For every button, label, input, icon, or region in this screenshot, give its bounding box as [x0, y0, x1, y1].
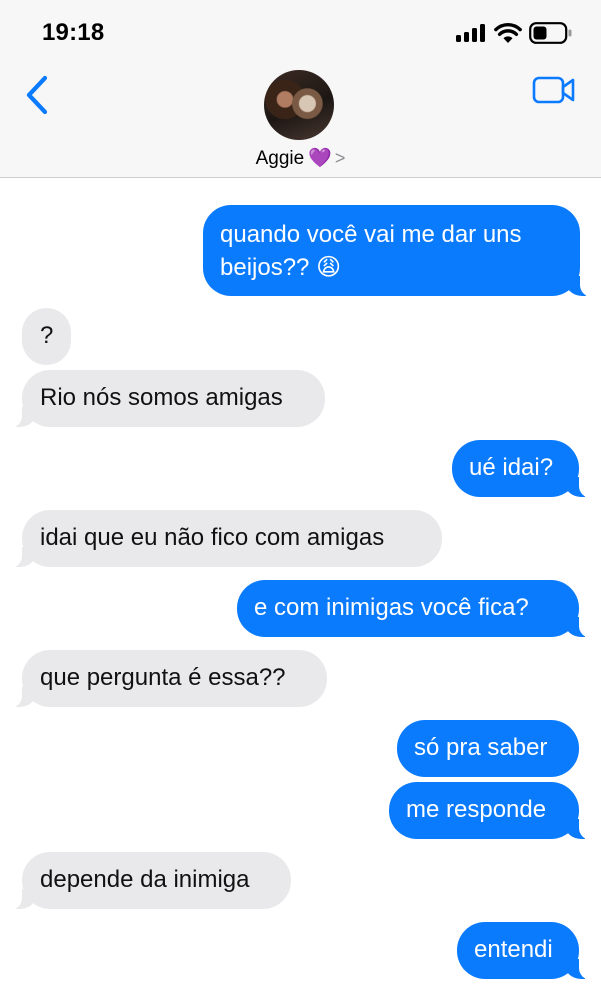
message-text: entendi: [474, 936, 553, 963]
message-bubble-sent[interactable]: quando você vai me dar uns beijos?? 😩: [203, 205, 594, 297]
message-text: beijos?? 😩: [220, 254, 342, 281]
message-bubble-received[interactable]: que pergunta é essa??: [8, 650, 327, 708]
contact-emoji: 💜: [308, 148, 332, 169]
message-bubble-sent[interactable]: entendi: [457, 922, 593, 980]
cellular-signal-icon: [456, 24, 486, 42]
message-bubble-sent[interactable]: ué idai?: [452, 440, 593, 498]
message-text: e com inimigas você fica?: [254, 594, 529, 621]
battery-icon: [529, 22, 572, 44]
back-button[interactable]: [20, 70, 60, 120]
messages-screen: 19:18 Aggie 💜 > quando você vai me dar u…: [0, 0, 601, 1000]
message-text: me responde: [406, 796, 547, 823]
message-text: idai que eu não fico com amigas: [40, 524, 385, 551]
chevron-right-icon: >: [334, 148, 346, 168]
contact-name: Aggie: [255, 148, 305, 169]
message-text: ?: [40, 322, 54, 349]
message-text: só pra saber: [414, 734, 548, 761]
message-bubble-received[interactable]: depende da inimiga: [8, 852, 291, 910]
message-bubble-sent[interactable]: e com inimigas você fica?: [237, 580, 593, 638]
message-bubble-sent[interactable]: só pra saber: [397, 720, 579, 777]
message-text: depende da inimiga: [40, 866, 250, 893]
video-call-button[interactable]: [530, 72, 578, 108]
message-text: ué idai?: [469, 454, 554, 481]
message-bubble-received[interactable]: ?: [22, 308, 71, 365]
message-bubble-received[interactable]: Rio nós somos amigas: [8, 370, 325, 428]
message-text: Rio nós somos amigas: [40, 384, 283, 411]
contact-name-button[interactable]: Aggie 💜 >: [0, 146, 601, 170]
conversation-header: 19:18 Aggie 💜 >: [0, 0, 601, 178]
message-text: que pergunta é essa??: [40, 664, 286, 691]
message-text: quando você vai me dar uns: [220, 221, 522, 248]
message-bubble-sent[interactable]: me responde: [389, 782, 593, 840]
message-bubble-received[interactable]: idai que eu não fico com amigas: [8, 510, 442, 568]
wifi-icon: [494, 22, 522, 43]
contact-avatar[interactable]: [264, 70, 334, 140]
status-time: 19:18: [42, 19, 105, 46]
